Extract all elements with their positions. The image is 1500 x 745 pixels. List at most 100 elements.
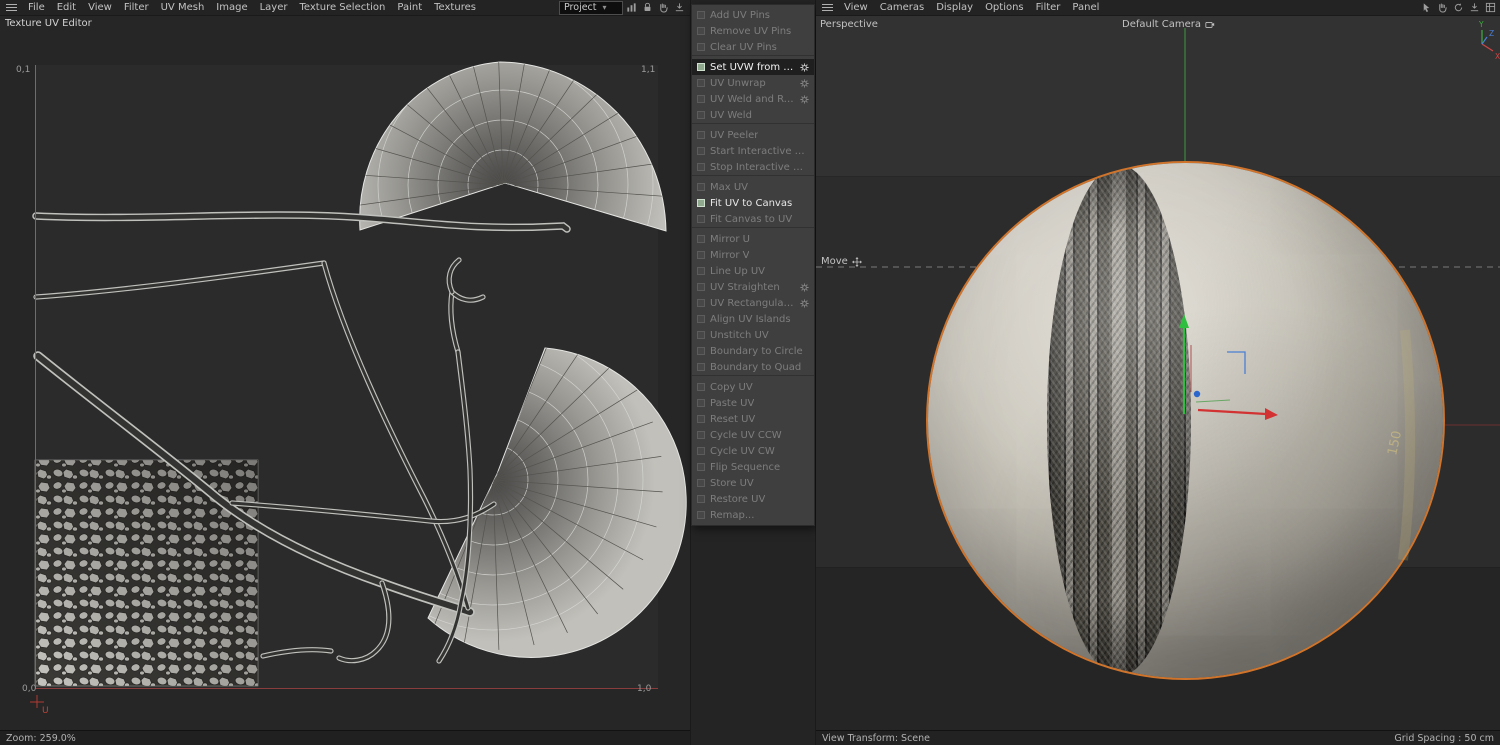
uv-editor-pane: FileEditViewFilterUV MeshImageLayerTextu… (0, 0, 690, 745)
menu-item-icon (697, 347, 705, 355)
view-mode-label[interactable]: Perspective (820, 19, 878, 30)
menu-item[interactable]: Remove UV Pins (692, 23, 814, 39)
download-icon[interactable] (1467, 1, 1481, 15)
menu-item-label: Align UV Islands (710, 314, 791, 325)
menu-hamburger-icon[interactable] (822, 4, 833, 11)
viewport-menu-items: ViewCamerasDisplayOptionsFilterPanel (838, 0, 1105, 16)
menu-item[interactable]: UV Unwrap (692, 75, 814, 91)
uv-island-square[interactable] (35, 460, 258, 686)
menu-item-icon (697, 363, 705, 371)
menu-item[interactable]: UV Rectangularize (692, 295, 814, 311)
grid-spacing-status: Grid Spacing : 50 cm (1394, 733, 1494, 744)
menu-item-icon (697, 95, 705, 103)
gear-icon[interactable] (800, 95, 809, 104)
menu-item[interactable]: Max UV (692, 179, 814, 195)
menu-item[interactable]: UV Peeler (692, 127, 814, 143)
camera-label[interactable]: Default Camera (1122, 19, 1215, 30)
menu-item-icon (697, 283, 705, 291)
menu-item-label: Fit Canvas to UV (710, 214, 792, 225)
menu-item[interactable]: Reset UV (692, 411, 814, 427)
menu-item[interactable]: UV Weld and Relax (692, 91, 814, 107)
menu-item[interactable]: Line Up UV (692, 263, 814, 279)
menu-item[interactable]: Stop Interactive Mapping (692, 159, 814, 176)
menu-item-label: Cycle UV CW (710, 446, 775, 457)
menu-item[interactable]: Mirror V (692, 247, 814, 263)
menu-item[interactable]: Store UV (692, 475, 814, 491)
viewport-pane: ViewCamerasDisplayOptionsFilterPanel (816, 0, 1500, 745)
hand-icon[interactable] (1435, 1, 1449, 15)
menu-item-icon (697, 495, 705, 503)
menu-item-icon (697, 235, 705, 243)
menu-item[interactable]: Set UVW from Projection (692, 59, 814, 75)
cricket-ball-object[interactable] (928, 163, 1443, 678)
menu-item-icon (697, 63, 705, 71)
menu-item[interactable]: Restore UV (692, 491, 814, 507)
menu-item[interactable]: Start Interactive Mapping (692, 143, 814, 159)
menu-item-label: Paste UV (710, 398, 754, 409)
menu-item[interactable]: Clear UV Pins (692, 39, 814, 56)
menu-item-icon (697, 479, 705, 487)
menu-item-icon (697, 43, 705, 51)
menu-item-icon (697, 447, 705, 455)
menu-item-label: UV Peeler (710, 130, 758, 141)
menu-item-label: Store UV (710, 478, 754, 489)
menu-item[interactable]: Paste UV (692, 395, 814, 411)
menu-item[interactable]: Add UV Pins (692, 7, 814, 23)
menu-item-label: Flip Sequence (710, 462, 780, 473)
gear-icon[interactable] (800, 79, 809, 88)
gear-icon[interactable] (800, 283, 809, 292)
menubar-item[interactable]: View (838, 0, 874, 16)
camera-icon (1205, 20, 1215, 29)
uv-canvas[interactable]: U (0, 0, 690, 745)
menu-item[interactable]: Fit Canvas to UV (692, 211, 814, 228)
menu-item-label: UV Unwrap (710, 78, 766, 89)
menu-item-label: Max UV (710, 182, 748, 193)
menu-item-icon (697, 79, 705, 87)
menubar-item[interactable]: Cameras (874, 0, 930, 16)
gear-icon[interactable] (800, 63, 809, 72)
menu-item[interactable]: Mirror U (692, 231, 814, 247)
menu-item-icon (697, 315, 705, 323)
menu-item-icon (697, 163, 705, 171)
menu-item-icon (697, 463, 705, 471)
menubar-item[interactable]: Panel (1066, 0, 1105, 16)
menu-item-label: Remove UV Pins (710, 26, 791, 37)
menu-item[interactable]: Unstitch UV (692, 327, 814, 343)
menu-item-label: Set UVW from Projection (710, 62, 795, 73)
menu-item-icon (697, 383, 705, 391)
menu-item[interactable]: Flip Sequence (692, 459, 814, 475)
viewport-scene[interactable]: 150 Y Z X (816, 16, 1500, 730)
camera-label-text: Default Camera (1122, 19, 1201, 30)
menu-item-label: Line Up UV (710, 266, 765, 277)
menu-item-icon (697, 511, 705, 519)
menubar-item[interactable]: Filter (1030, 0, 1067, 16)
menu-item[interactable]: Align UV Islands (692, 311, 814, 327)
menu-item[interactable]: Copy UV (692, 379, 814, 395)
menu-item-icon (697, 399, 705, 407)
menu-item[interactable]: Remap... (692, 507, 814, 523)
menu-item[interactable]: Fit UV to Canvas (692, 195, 814, 211)
uv-corner-top-left: 0,1 (16, 65, 30, 75)
menu-item-icon (697, 299, 705, 307)
menu-item[interactable]: Cycle UV CCW (692, 427, 814, 443)
menubar-item[interactable]: Display (930, 0, 979, 16)
menu-item[interactable]: UV Weld (692, 107, 814, 124)
menu-item-label: UV Rectangularize (710, 298, 795, 309)
menu-item[interactable]: Cycle UV CW (692, 443, 814, 459)
menu-item-icon (697, 331, 705, 339)
panel-grid-icon[interactable] (1483, 1, 1497, 15)
menu-item-icon (697, 251, 705, 259)
menu-item-label: Stop Interactive Mapping (710, 162, 809, 173)
menu-item-label: Boundary to Circle (710, 346, 803, 357)
menubar-item[interactable]: Options (979, 0, 1030, 16)
cursor-icon[interactable] (1419, 1, 1433, 15)
menu-item[interactable]: UV Straighten (692, 279, 814, 295)
menu-item-label: Remap... (710, 510, 754, 521)
menu-item-label: Boundary to Quad (710, 362, 801, 373)
gear-icon[interactable] (800, 299, 809, 308)
menu-item[interactable]: Boundary to Quad (692, 359, 814, 376)
menu-item-icon (697, 415, 705, 423)
menu-item[interactable]: Boundary to Circle (692, 343, 814, 359)
rotate-icon[interactable] (1451, 1, 1465, 15)
menu-item-icon (697, 199, 705, 207)
